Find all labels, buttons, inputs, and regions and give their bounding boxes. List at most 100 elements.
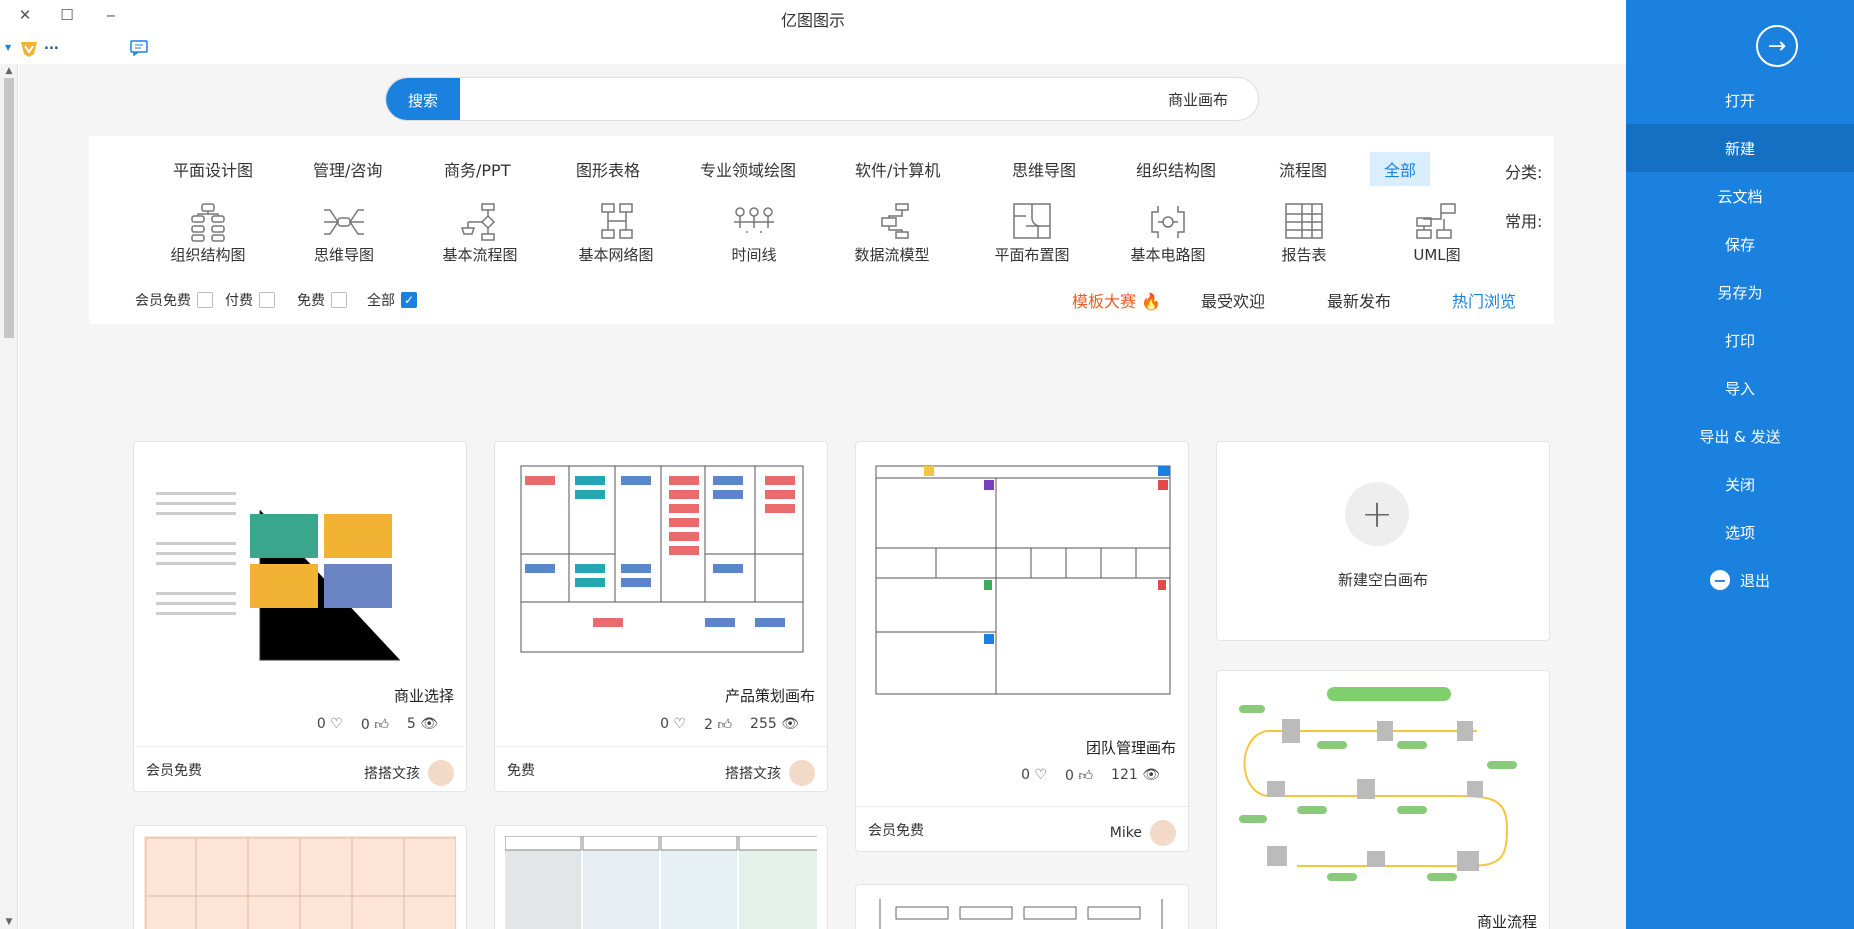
sidebar-item-import[interactable]: 导入	[1626, 364, 1854, 412]
card-footer: 免费 搭搭文孩	[495, 746, 827, 791]
common-item-circuit[interactable]: 基本电路图	[1113, 202, 1223, 272]
user-label[interactable]: ...	[44, 38, 59, 53]
common-label: 常用:	[1505, 212, 1543, 231]
common-item-report[interactable]: 报告表	[1249, 202, 1359, 272]
thumbs-up-icon: 👍︎	[1078, 768, 1094, 784]
sidebar-item-save-as[interactable]: 另存为	[1626, 268, 1854, 316]
template-thumbnail	[866, 895, 1178, 929]
avatar	[1150, 820, 1176, 846]
template-title: 商业流程	[1476, 913, 1537, 929]
author[interactable]: 搭搭文孩	[364, 760, 454, 786]
message-icon[interactable]	[130, 40, 148, 57]
sidebar-item-export[interactable]: 导出 & 发送	[1626, 412, 1854, 460]
common-item-uml[interactable]: UML图	[1382, 202, 1492, 272]
category-business-ppt[interactable]: 商务/PPT	[444, 152, 510, 186]
favorite-stat[interactable]: 0 ♡	[317, 716, 343, 733]
filter-all[interactable]: 全部 ✓	[367, 290, 417, 310]
template-card[interactable]: 团队管理画布 0 ♡ 0 👍︎ 121 👁︎ 会员免费 Mike	[855, 441, 1189, 852]
template-card[interactable]: 商业选择 0 ♡ 0 👍︎ 5 👁︎ 会员免费 搭搭文孩	[133, 441, 467, 792]
author[interactable]: Mike	[1110, 820, 1176, 846]
vip-badge-icon[interactable]	[19, 39, 39, 59]
price-label: 会员免费	[146, 763, 202, 779]
vertical-scrollbar[interactable]: ▲ ▼	[0, 64, 18, 929]
sidebar-item-open[interactable]: 打开	[1626, 76, 1854, 124]
checkbox-icon[interactable]	[197, 292, 213, 308]
checkbox-icon[interactable]	[259, 292, 275, 308]
checkbox-checked-icon[interactable]: ✓	[401, 292, 417, 308]
file-menu-sidebar: → 打开 新建 云文档 保存 另存为 打印 导入 导出 & 发送 关闭 选项 −…	[1626, 0, 1854, 929]
template-thumbnail	[505, 452, 817, 676]
like-stat[interactable]: 2 👍︎	[704, 716, 732, 733]
category-graphic-design[interactable]: 平面设计图	[173, 152, 253, 186]
scroll-thumb[interactable]	[4, 78, 14, 338]
search-input[interactable]	[466, 78, 1246, 120]
checkbox-icon[interactable]	[331, 292, 347, 308]
sidebar-item-print[interactable]: 打印	[1626, 316, 1854, 364]
common-item-orgchart[interactable]: 组织结构图	[153, 202, 263, 272]
template-title: 产品策划画布	[724, 687, 815, 705]
template-card[interactable]	[855, 884, 1189, 929]
plus-icon[interactable]: +	[1345, 482, 1409, 546]
like-stat[interactable]: 0 👍︎	[361, 716, 389, 733]
category-table[interactable]: 图形表格	[576, 152, 640, 186]
arrow-right-icon[interactable]: →	[1756, 25, 1798, 67]
template-card[interactable]: 产品策划画布 0 ♡ 2 👍︎ 255 👁︎ 免费 搭搭文孩	[494, 441, 828, 792]
search-button[interactable]: 搜索	[386, 78, 460, 120]
category-all[interactable]: 全部	[1370, 152, 1431, 186]
view-stat: 5 👁︎	[406, 716, 438, 732]
filter-paid[interactable]: 付费	[225, 290, 275, 310]
template-card[interactable]	[133, 825, 467, 929]
dropdown-arrow-icon[interactable]: ▼	[5, 43, 11, 52]
template-stats: 0 ♡ 0 👍︎ 121 👁︎	[1021, 767, 1160, 784]
template-stats: 0 ♡ 0 👍︎ 5 👁︎	[317, 716, 438, 733]
sidebar-item-close[interactable]: 关闭	[1626, 460, 1854, 508]
sidebar-item-options[interactable]: 选项	[1626, 508, 1854, 556]
window-title: 亿图图示	[780, 11, 845, 30]
sidebar-item-cloud[interactable]: 云文档	[1626, 172, 1854, 220]
template-card[interactable]: 商业流程	[1216, 670, 1550, 929]
sidebar-item-save[interactable]: 保存	[1626, 220, 1854, 268]
filter-free[interactable]: 免费	[297, 290, 347, 310]
common-item-dataflow[interactable]: 数据流模型	[837, 202, 947, 272]
favorite-stat[interactable]: 0 ♡	[1021, 767, 1047, 784]
category-professional[interactable]: 专业领域绘图	[700, 152, 796, 186]
like-stat[interactable]: 0 👍︎	[1065, 767, 1093, 784]
favorite-stat[interactable]: 0 ♡	[660, 716, 686, 733]
category-label: 分类:	[1505, 163, 1543, 182]
eye-icon: 👁︎	[420, 716, 438, 732]
scroll-down-icon[interactable]: ▼	[0, 917, 18, 927]
circuit-icon	[1151, 206, 1185, 238]
scroll-up-icon[interactable]: ▲	[0, 66, 18, 76]
category-flowchart[interactable]: 流程图	[1279, 152, 1327, 186]
sidebar-item-new[interactable]: 新建	[1626, 124, 1854, 172]
common-item-floorplan[interactable]: 平面布置图	[977, 202, 1087, 272]
tab-latest[interactable]: 最新发布	[1327, 288, 1391, 312]
view-stat: 121 👁︎	[1111, 767, 1160, 783]
common-item-timeline[interactable]: 时间线	[699, 202, 809, 272]
category-mindmap[interactable]: 思维导图	[1012, 152, 1076, 186]
orgchart-icon	[191, 203, 225, 242]
filter-member-free[interactable]: 会员免费	[135, 290, 213, 310]
category-orgchart[interactable]: 组织结构图	[1136, 152, 1216, 186]
avatar	[789, 760, 815, 786]
category-management[interactable]: 管理/咨询	[313, 152, 382, 186]
dataflow-icon	[881, 203, 909, 239]
template-thumbnail	[866, 452, 1178, 732]
author[interactable]: 搭搭文孩	[725, 760, 815, 786]
template-title: 商业选择	[393, 687, 454, 705]
template-card[interactable]	[494, 825, 828, 929]
new-blank-canvas-card[interactable]: + 新建空白画布	[1216, 441, 1550, 641]
view-stat: 255 👁︎	[750, 716, 799, 732]
common-item-flowchart[interactable]: 基本流程图	[425, 202, 535, 272]
category-software[interactable]: 软件/计算机	[855, 152, 940, 186]
template-thumbnail	[505, 836, 817, 929]
common-item-network[interactable]: 基本网络图	[561, 202, 671, 272]
flowchart-icon	[460, 203, 496, 241]
tab-hot[interactable]: 热门浏览	[1452, 288, 1516, 312]
common-item-mindmap[interactable]: 思维导图	[289, 202, 399, 272]
card-footer: 会员免费 搭搭文孩	[134, 746, 466, 791]
filter-bar: 热门浏览 最新发布 最受欢迎 模板大赛 🔥 全部 ✓ 免费 付费 会员免费	[89, 276, 1554, 324]
sidebar-item-exit[interactable]: − 退出	[1626, 556, 1854, 604]
tab-popular[interactable]: 最受欢迎	[1201, 288, 1265, 312]
tab-contest[interactable]: 模板大赛 🔥	[1072, 288, 1161, 312]
